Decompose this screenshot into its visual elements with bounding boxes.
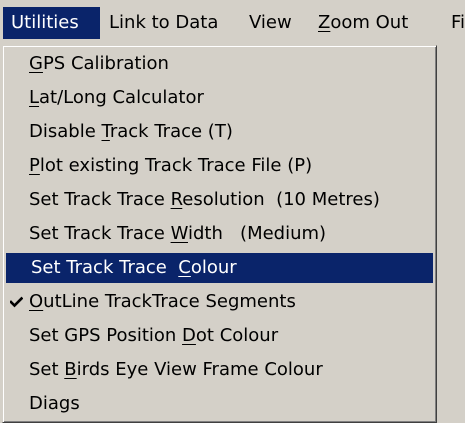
menu-item-track-trace-resolution[interactable]: Set Track Trace Resolution (10 Metres) bbox=[6, 185, 433, 215]
menu-item-outline-segments[interactable]: OutLine TrackTrace Segments bbox=[6, 287, 433, 317]
menu-item-label: Set Track Trace bbox=[31, 257, 179, 278]
menu-zoom-out-label: oom Out bbox=[330, 12, 409, 33]
menu-item-accelerator: L bbox=[29, 87, 40, 108]
menu-item-label: Set bbox=[29, 359, 65, 380]
menu-item-label: lot existing Track Trace File (P) bbox=[39, 155, 313, 176]
menu-item-label: PS Calibration bbox=[42, 53, 169, 74]
menu-item-label: idth (Medium) bbox=[187, 223, 327, 244]
menu-item-label: irds Eye View Frame Colour bbox=[76, 359, 323, 380]
menu-item-label: Set Track Trace bbox=[29, 189, 171, 210]
menu-item-birds-eye-frame-colour[interactable]: Set Birds Eye View Frame Colour bbox=[6, 355, 433, 385]
menu-item-accelerator: D bbox=[182, 325, 196, 346]
menu-item-accelerator: C bbox=[178, 257, 191, 278]
menu-item-label: Diags bbox=[29, 393, 80, 414]
menu-file-truncated-label: Fi bbox=[451, 12, 465, 33]
menu-item-label: esolution (10 Metres) bbox=[182, 189, 380, 210]
menu-item-accelerator: W bbox=[170, 223, 188, 244]
menu-item-track-trace-width[interactable]: Set Track Trace Width (Medium) bbox=[6, 219, 433, 249]
menu-item-label: rack Trace (T) bbox=[109, 121, 233, 142]
menu-utilities[interactable]: Utilities bbox=[3, 7, 100, 39]
menu-item-plot-track-trace-file[interactable]: Plot existing Track Trace File (P) bbox=[6, 151, 433, 181]
menu-item-label: Set GPS Position bbox=[29, 325, 183, 346]
menu-bar: Utilities Link to Data View Zoom Out Fi bbox=[0, 0, 465, 46]
menu-utilities-label: Utilities bbox=[11, 12, 79, 33]
menu-item-accelerator: O bbox=[29, 291, 44, 312]
menu-zoom-out-accelerator: Z bbox=[318, 12, 331, 33]
menu-link-to-data-label: Link to Data bbox=[109, 12, 219, 33]
app-window: Utilities Link to Data View Zoom Out Fi … bbox=[0, 0, 465, 423]
menu-item-accelerator: G bbox=[29, 53, 43, 74]
menu-item-label: ot Colour bbox=[195, 325, 279, 346]
menu-item-track-trace-colour[interactable]: Set Track Trace Colour bbox=[6, 253, 433, 283]
checkmark-icon bbox=[10, 296, 23, 308]
menu-link-to-data[interactable]: Link to Data bbox=[109, 7, 218, 39]
menu-item-accelerator: P bbox=[29, 155, 40, 176]
menu-item-lat-long-calculator[interactable]: Lat/Long Calculator bbox=[6, 83, 433, 113]
menu-item-diags[interactable]: Diags bbox=[6, 389, 433, 419]
menu-item-accelerator: T bbox=[101, 121, 110, 142]
menu-item-accelerator: R bbox=[170, 189, 183, 210]
menu-zoom-out[interactable]: Zoom Out bbox=[318, 7, 408, 39]
menu-item-label: olour bbox=[190, 257, 237, 278]
menu-item-accelerator: B bbox=[64, 359, 77, 380]
menu-item-disable-track-trace[interactable]: Disable Track Trace (T) bbox=[6, 117, 433, 147]
utilities-dropdown: GPS Calibration Lat/Long Calculator Disa… bbox=[2, 45, 437, 423]
menu-item-label: at/Long Calculator bbox=[39, 87, 204, 108]
menu-view[interactable]: View bbox=[249, 7, 292, 39]
menu-item-label: Disable bbox=[29, 121, 102, 142]
menu-item-gps-calibration[interactable]: GPS Calibration bbox=[6, 49, 433, 79]
menu-item-gps-dot-colour[interactable]: Set GPS Position Dot Colour bbox=[6, 321, 433, 351]
menu-view-label: View bbox=[249, 12, 292, 33]
menu-file-truncated[interactable]: Fi bbox=[451, 7, 465, 39]
menu-item-label: utLine TrackTrace Segments bbox=[43, 291, 296, 312]
menu-item-label: Set Track Trace bbox=[29, 223, 171, 244]
